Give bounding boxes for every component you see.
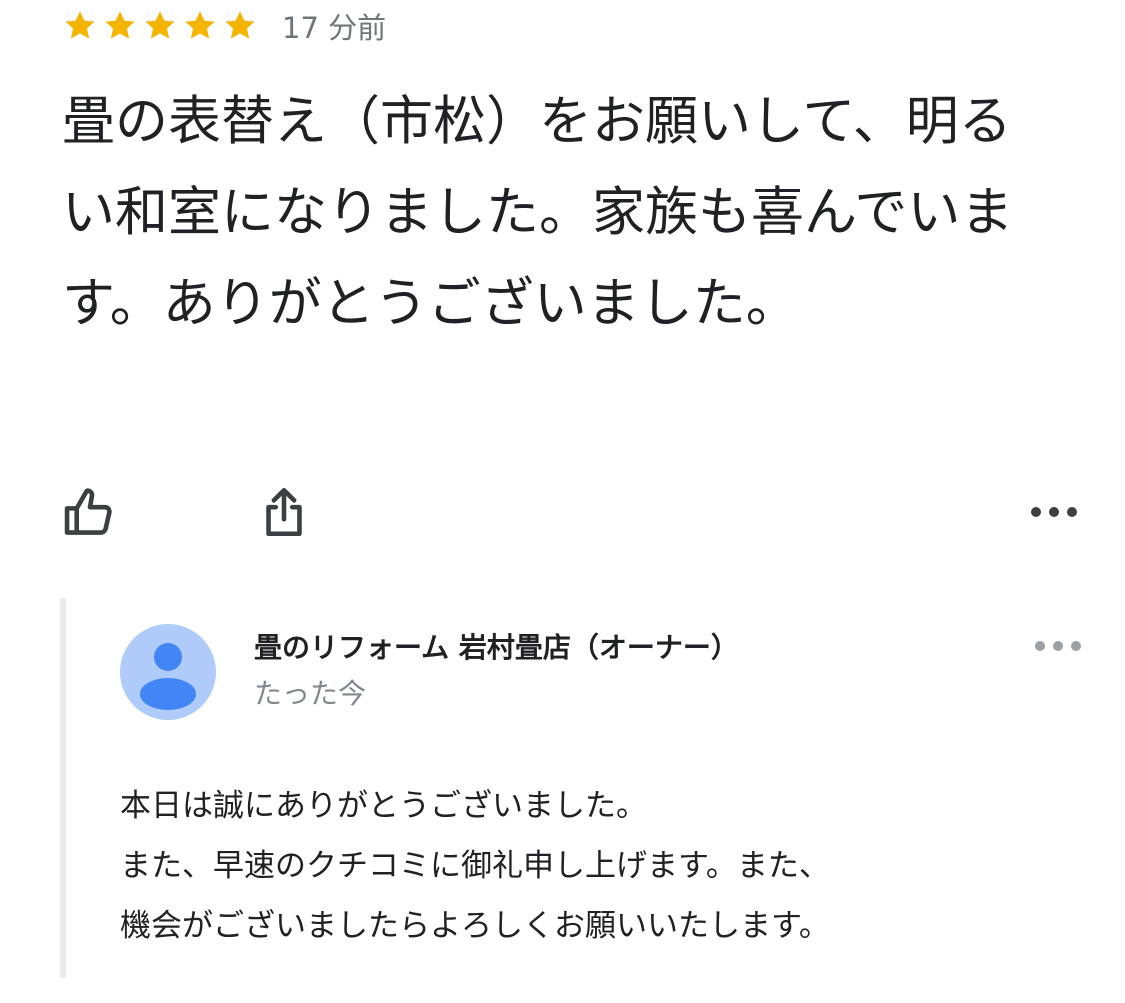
owner-more-button[interactable] xyxy=(1026,628,1090,664)
star-icon xyxy=(145,11,175,39)
reply-line: また、早速のクチコミに御礼申し上げます。また、 xyxy=(120,848,830,884)
reply-line: 本日は誠にありがとうございました。 xyxy=(120,788,647,824)
review-time: 17 分前 xyxy=(282,11,387,45)
star-icon xyxy=(185,11,215,39)
owner-response-time: たった今 xyxy=(254,677,367,710)
more-horizontal-icon xyxy=(1031,507,1077,517)
star-icon xyxy=(65,11,95,39)
owner-name: 畳のリフォーム 岩村畳店（オーナー） xyxy=(254,631,739,664)
review-more-button[interactable] xyxy=(1022,494,1086,530)
review-action-bar xyxy=(0,480,1125,544)
reply-line: 機会がございましたらよろしくお願いいたします。 xyxy=(120,908,830,944)
more-horizontal-icon xyxy=(1035,641,1081,651)
star-rating xyxy=(62,8,262,44)
person-icon xyxy=(140,643,196,710)
like-button[interactable] xyxy=(58,480,122,544)
review-text: 畳の表替え（市松）をお願いして、明るい和室になりました。家族も喜んでいます。あり… xyxy=(62,91,1014,334)
star-icon xyxy=(105,11,135,39)
share-icon xyxy=(266,487,302,537)
thumbs-up-icon xyxy=(64,488,112,535)
owner-response: 畳のリフォーム 岩村畳店（オーナー） たった今 本日は誠にありがとうございました… xyxy=(60,598,1106,978)
share-button[interactable] xyxy=(252,480,316,544)
star-icon xyxy=(225,11,255,39)
owner-reply-text: 本日は誠にありがとうございました。 また、早速のクチコミに御礼申し上げます。また… xyxy=(120,776,1080,956)
rating-row: 17 分前 xyxy=(62,6,386,46)
owner-avatar xyxy=(120,624,216,720)
